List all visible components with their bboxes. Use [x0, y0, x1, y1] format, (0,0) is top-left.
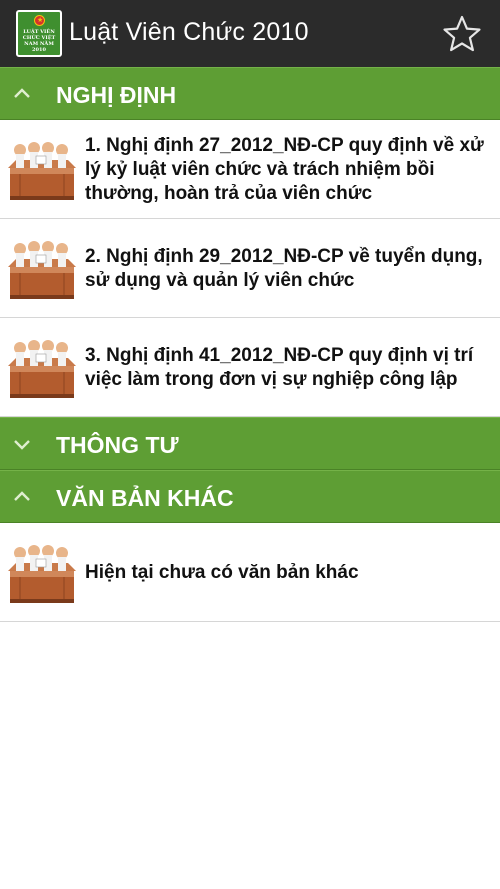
chevron-up-icon — [14, 88, 30, 98]
list-item[interactable]: 2. Nghị định 29_2012_NĐ-CP về tuyển dụng… — [0, 219, 500, 318]
group-header-nghi-dinh[interactable]: NGHỊ ĐỊNH — [0, 67, 500, 120]
ballot-box-icon — [8, 340, 76, 398]
group-label: THÔNG TƯ — [56, 432, 179, 458]
list-item[interactable]: Hiện tại chưa có văn bản khác — [0, 523, 500, 622]
group-header-van-ban-khac[interactable]: VĂN BẢN KHÁC — [0, 470, 500, 523]
chevron-up-icon — [14, 491, 30, 501]
group-label: VĂN BẢN KHÁC — [56, 485, 234, 511]
app-logo-icon[interactable]: ★ LUẬT VIÊN CHỨC VIỆT NAM NĂM 2010 — [16, 10, 62, 57]
list-item[interactable]: 1. Nghị định 27_2012_NĐ-CP quy định về x… — [0, 120, 500, 219]
app-title: Luật Viên Chức 2010 — [69, 18, 309, 46]
group-label: NGHỊ ĐỊNH — [56, 82, 177, 108]
item-title: 2. Nghị định 29_2012_NĐ-CP về tuyển dụng… — [85, 246, 483, 291]
emblem-icon: ★ — [34, 15, 45, 26]
group-header-thong-tu[interactable]: THÔNG TƯ — [0, 417, 500, 470]
star-outline-icon[interactable] — [442, 14, 482, 54]
ballot-box-icon — [8, 545, 76, 603]
ballot-box-icon — [8, 241, 76, 299]
ballot-box-icon — [8, 142, 76, 200]
action-bar: ★ LUẬT VIÊN CHỨC VIỆT NAM NĂM 2010 Luật … — [0, 0, 500, 67]
item-title: Hiện tại chưa có văn bản khác — [85, 562, 359, 583]
item-title: 1. Nghị định 27_2012_NĐ-CP quy định về x… — [85, 135, 484, 204]
item-title: 3. Nghị định 41_2012_NĐ-CP quy định vị t… — [85, 345, 474, 390]
list-item[interactable]: 3. Nghị định 41_2012_NĐ-CP quy định vị t… — [0, 318, 500, 417]
chevron-down-icon — [14, 440, 30, 450]
app-logo-text: LUẬT VIÊN CHỨC VIỆT NAM NĂM 2010 — [22, 29, 56, 53]
